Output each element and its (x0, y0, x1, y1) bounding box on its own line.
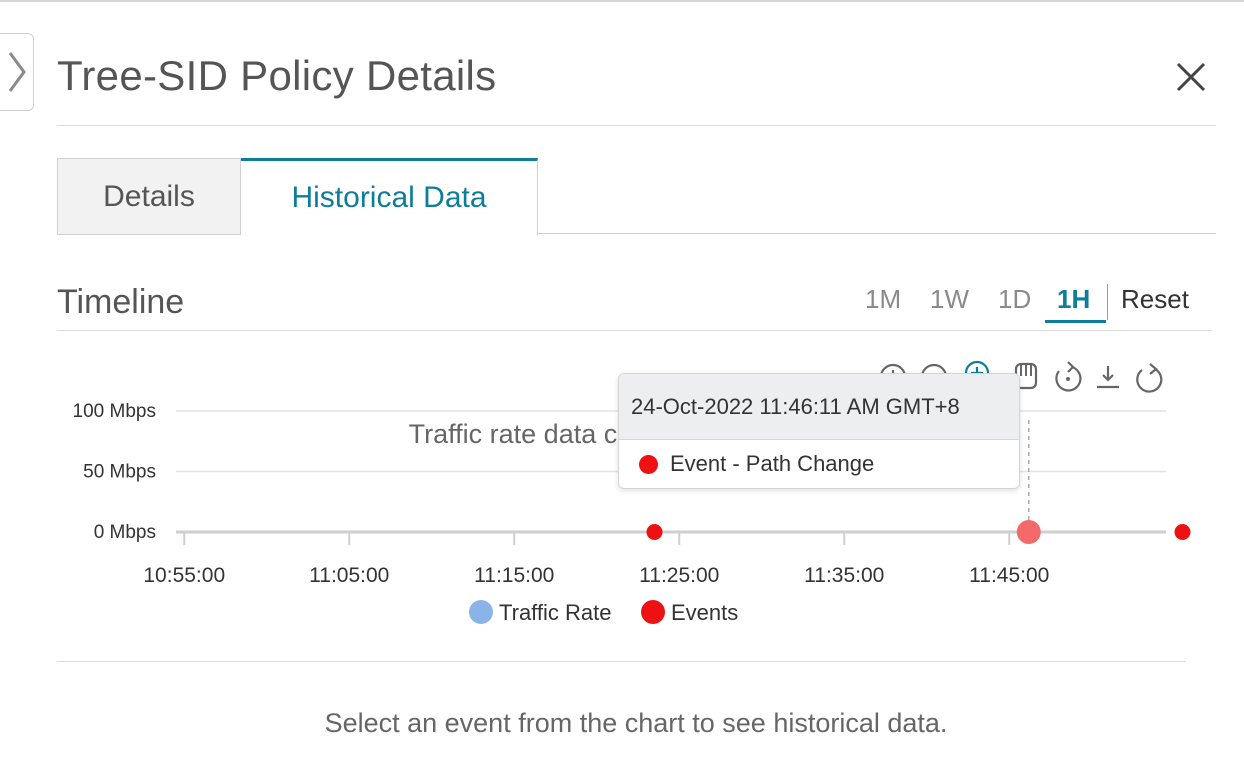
collapse-panel-button[interactable] (0, 33, 34, 111)
range-1m-button[interactable]: 1M (865, 284, 901, 315)
legend-item-label[interactable]: Events (671, 600, 738, 625)
legend-marker (469, 600, 493, 624)
event-point[interactable] (646, 524, 663, 540)
x-tick-label: 11:45:00 (969, 564, 1049, 587)
x-tick-label: 10:55:00 (143, 564, 225, 587)
tooltip-event-label: Event - Path Change (670, 451, 875, 476)
close-button[interactable] (1172, 58, 1210, 96)
event-point-highlighted[interactable] (1016, 520, 1041, 544)
x-tick-label: 11:15:00 (474, 564, 554, 587)
close-icon (1176, 62, 1206, 92)
chevron-right-icon (8, 52, 26, 92)
x-tick-label: 11:05:00 (309, 564, 389, 587)
x-tick-label: 11:25:00 (639, 564, 719, 587)
refresh-icon[interactable] (1136, 363, 1163, 393)
section-divider (57, 661, 1186, 662)
panel-title: Tree-SID Policy Details (57, 52, 497, 99)
y-axis: 100 Mbps 50 Mbps 0 Mbps (73, 401, 156, 543)
download-icon[interactable] (1097, 366, 1119, 389)
range-1d-button[interactable]: 1D (998, 284, 1031, 315)
tooltip-event-row: Event - Path Change (619, 440, 1019, 488)
tab-historical-data[interactable]: Historical Data (241, 158, 538, 235)
event-point[interactable] (1174, 524, 1191, 540)
y-tick-label: 100 Mbps (73, 401, 156, 422)
title-divider (57, 125, 1216, 126)
active-range-indicator (1045, 320, 1106, 323)
reset-zoom-icon[interactable] (1055, 361, 1082, 392)
reset-button[interactable]: Reset (1121, 284, 1189, 315)
x-tick-label: 11:35:00 (804, 564, 884, 587)
legend-item-label[interactable]: Traffic Rate (499, 600, 611, 625)
tooltip-timestamp: 24-Oct-2022 11:46:11 AM GMT+8 (619, 374, 1019, 440)
timeline-heading: Timeline (57, 283, 185, 321)
timeline-divider (57, 330, 1212, 331)
y-tick-label: 50 Mbps (83, 462, 156, 483)
top-border (0, 0, 1244, 2)
event-dot-icon (639, 454, 658, 474)
tab-bar-baseline (537, 233, 1216, 234)
tab-details[interactable]: Details (57, 158, 241, 235)
chart-legend: Traffic Rate Events (469, 600, 738, 625)
range-1h-button[interactable]: 1H (1057, 284, 1090, 315)
y-tick-label: 0 Mbps (94, 522, 156, 543)
range-separator (1107, 284, 1108, 320)
select-event-hint: Select an event from the chart to see hi… (324, 708, 948, 738)
tab-bar: Details Historical Data (57, 158, 1216, 235)
event-tooltip: 24-Oct-2022 11:46:11 AM GMT+8 Event - Pa… (618, 373, 1020, 489)
legend-marker (641, 600, 665, 624)
range-1w-button[interactable]: 1W (930, 284, 969, 315)
x-axis: 10:55:00 11:05:00 11:15:00 11:25:00 11:35:00… (143, 532, 1049, 587)
